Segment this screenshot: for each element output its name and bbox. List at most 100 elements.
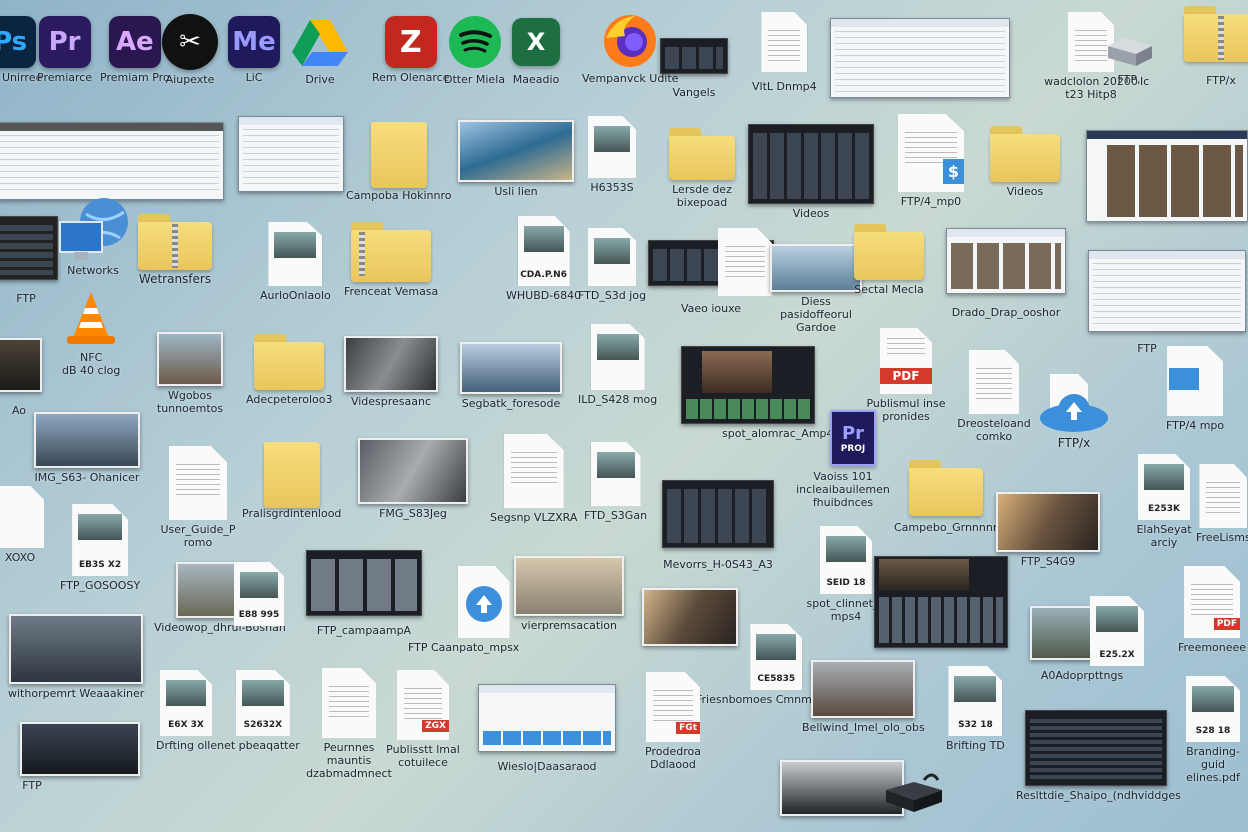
image-file-icon: [590, 324, 645, 390]
browser-window-icon[interactable]: [830, 18, 1010, 98]
capcut-app-icon[interactable]: ✂ Aiupexte: [162, 14, 218, 86]
icon-label: A0Adoprpttngs: [1040, 669, 1124, 682]
ftssin-image-icon[interactable]: FTD_S3Gan: [584, 442, 647, 522]
capture-device-icon[interactable]: [884, 770, 944, 814]
dreoste-doc-icon[interactable]: Dreosteloand comko: [954, 350, 1034, 443]
zip-folder-icon: [351, 222, 432, 282]
premiere-proj-icon[interactable]: Pr PROJ Vaoiss 101 incleaibauilemen fhuib…: [796, 410, 898, 509]
pdf-doc-icon[interactable]: PDF Publismul inse pronides: [866, 328, 946, 423]
adecp-folder-icon[interactable]: Adecpeteroloo3: [246, 334, 333, 406]
diess-doc-icon[interactable]: [718, 228, 772, 296]
photo-thumbnail: [514, 556, 624, 616]
folder-icon: [990, 126, 1060, 182]
media-encoder-app-icon[interactable]: Me LiC: [228, 16, 280, 84]
image-file-icon: [588, 116, 636, 178]
ftpmp0-doc-icon[interactable]: $ FTP/4_mp0: [898, 114, 964, 208]
fmg-photo-icon[interactable]: FMG_S83Jeg: [358, 438, 468, 520]
ftpgo-image-icon[interactable]: EB3S X2 FTP_GOSOOSY: [60, 504, 140, 592]
ic-label-item[interactable]: Ic: [1140, 72, 1149, 88]
folder-icon: [669, 128, 735, 180]
icon-label: Usli lien: [494, 185, 538, 198]
photoshop-app-icon[interactable]: Ps Unirree: [0, 16, 42, 84]
segsnp-doc-icon[interactable]: Segsnp VLZXRA: [490, 434, 577, 524]
uslitien-photo-icon[interactable]: Usli lien: [458, 120, 574, 198]
editing-window-icon[interactable]: [874, 556, 1008, 648]
h6358-image-icon[interactable]: H6353S: [588, 116, 636, 194]
publisstt-doc-icon[interactable]: ZGX Publisstt lmal cotuilece: [378, 670, 468, 769]
e6ex-image-icon[interactable]: E6X 3X: [160, 670, 212, 736]
drado-window-icon[interactable]: Drado_Drap_ooshor: [946, 228, 1066, 319]
aurlo-image-icon[interactable]: AurloOnlaolo: [260, 222, 331, 302]
photo-thumbnail: [996, 492, 1100, 552]
ftpsal-image-icon[interactable]: FTD_S3d jog: [578, 228, 646, 302]
frenceat-zip-icon[interactable]: Frenceat Vemasa: [344, 222, 438, 298]
ftp-zip-folder-icon[interactable]: FTP/x: [1184, 6, 1248, 87]
ftpcamp-upload-icon[interactable]: FTP Caanpato_mpsx: [408, 566, 519, 654]
ao-photo-icon[interactable]: Ao: [0, 338, 42, 417]
icon-label: FTP_S4G9: [1020, 555, 1076, 568]
premiere-app-icon[interactable]: Pr Premiarce: [37, 16, 92, 84]
xoxo-doc-icon[interactable]: XOXO: [0, 486, 44, 564]
e253k-image-icon[interactable]: E253K ElahSeyat arciy: [1124, 454, 1204, 549]
ild-image-icon[interactable]: ILD_S428 mog: [578, 324, 657, 406]
diess-photo-icon[interactable]: Diess pasidoffeorul Gardoe: [770, 244, 862, 334]
wgobos-photo-icon[interactable]: Wgobos tunnoemtos: [150, 332, 230, 415]
reslttdie-window-icon[interactable]: Reslttdie_Shaipo_(ndhviddges: [1016, 710, 1181, 802]
cdaps-image-icon[interactable]: CDA.P.N6 WHUBD-6840: [506, 216, 581, 302]
campoba-folder-icon[interactable]: Campoba Hokinnro: [346, 114, 451, 202]
s3218-image-icon[interactable]: S32 18 Brifting TD: [946, 666, 1005, 752]
ftpset-photo-icon[interactable]: FTP_S4G9: [996, 492, 1100, 568]
ftpx-cloud-icon[interactable]: FTP/x: [1038, 372, 1110, 450]
vangels-window-icon[interactable]: Vangels: [660, 38, 728, 99]
ftp-camera-photo-icon[interactable]: FTP: [20, 722, 140, 792]
aoasip-photo-icon[interactable]: [1030, 606, 1096, 660]
vierpres-photo-icon[interactable]: vierpremsacation: [514, 556, 624, 632]
networks-icon[interactable]: Networks: [56, 196, 130, 277]
freelisms-doc-icon[interactable]: FreeLisms: [1196, 464, 1248, 544]
ftpcamp-window-icon[interactable]: FTP_campaampA: [306, 550, 422, 637]
vlc-app-icon[interactable]: NFC dB 40 clog: [62, 290, 120, 377]
network-globe-icon: [59, 198, 128, 260]
campoba-window-icon[interactable]: [238, 116, 344, 192]
branding-pdf-icon[interactable]: S28 18 Branding-guid elines.pdf: [1180, 676, 1246, 784]
s2632x-image-icon[interactable]: S2632X Drfting ollenet pbeaqatter: [156, 670, 300, 752]
icon-label: FreeLisms: [1196, 531, 1248, 544]
icon-label: FTP Caanpato_mpsx: [408, 641, 520, 654]
e88-image-icon[interactable]: E88 995: [234, 562, 284, 626]
icon-label: Diess pasidoffeorul Gardoe: [780, 295, 852, 334]
vitl-doc-icon[interactable]: VltL Dnmp4: [752, 12, 817, 93]
excel-app-icon[interactable]: X Maeadio: [512, 18, 560, 86]
spotify-app-icon[interactable]: Dtter Miela: [444, 14, 505, 86]
freemoneee-doc-icon[interactable]: PDF Freemoneee: [1178, 566, 1246, 654]
spreadsheet-window-icon[interactable]: [0, 122, 224, 200]
filezilla-app-icon[interactable]: Z Rem Olenarce: [372, 16, 449, 84]
campebo-folder-icon[interactable]: Campebo_Grnnnnr: [894, 460, 997, 534]
sectal-folder-icon[interactable]: Sectal Mecla: [854, 224, 924, 296]
withorp-photo-icon[interactable]: withorpemrt Weaaakiner: [8, 614, 144, 700]
drive-app-icon[interactable]: Drive: [292, 18, 348, 86]
icon-label: Lersde dez bixepoad: [672, 183, 732, 209]
prodedroa-doc-icon[interactable]: FGt Prodedroa Ddlaood: [628, 672, 718, 771]
bellwind-photo-icon[interactable]: Bellwind_Imel_olo_obs: [802, 660, 925, 734]
icon-label: ILD_S428 mog: [578, 393, 658, 406]
media-browser-window-icon[interactable]: [1086, 130, 1248, 222]
wieslo-window-icon[interactable]: Wieslo|Daasaraod: [478, 684, 616, 773]
videos-window-icon[interactable]: Videos: [748, 124, 874, 220]
segbatk-photo-icon[interactable]: Segbatk_foresode: [460, 342, 562, 410]
videos-folder-icon[interactable]: Videos: [990, 126, 1060, 198]
ftp-window-icon[interactable]: FTP: [1088, 250, 1246, 355]
mevorrs-window-icon[interactable]: Mevorrs_H-0S43_A3: [662, 480, 774, 571]
zip-folder-icon: [138, 214, 212, 270]
ftp-computer-icon[interactable]: FTP: [0, 216, 58, 305]
prelisg-folder-icon[interactable]: Pralisgrdintenlood: [242, 434, 341, 520]
after-effects-app-icon[interactable]: Ae Premiam Pro: [100, 16, 170, 84]
lerse-folder-icon[interactable]: Lersde dez bixepoad: [662, 128, 742, 209]
userguide-doc-icon[interactable]: User_Guide_P romo: [158, 446, 238, 549]
wetransfers-zip-icon[interactable]: Wetransfers: [138, 214, 212, 286]
videspres-photo-icon[interactable]: Videspresaanc: [344, 336, 438, 408]
icon-label: FMG_S83Jeg: [379, 507, 447, 520]
e252x-image-icon[interactable]: E25.2X A0Adoprpttngs: [1041, 596, 1144, 682]
ftp4-doc-icon[interactable]: FTP/4 mpo: [1166, 346, 1224, 432]
window-thumbnail: [1088, 250, 1246, 332]
img-photo-icon[interactable]: IMG_S63- Ohanicer: [34, 412, 140, 484]
